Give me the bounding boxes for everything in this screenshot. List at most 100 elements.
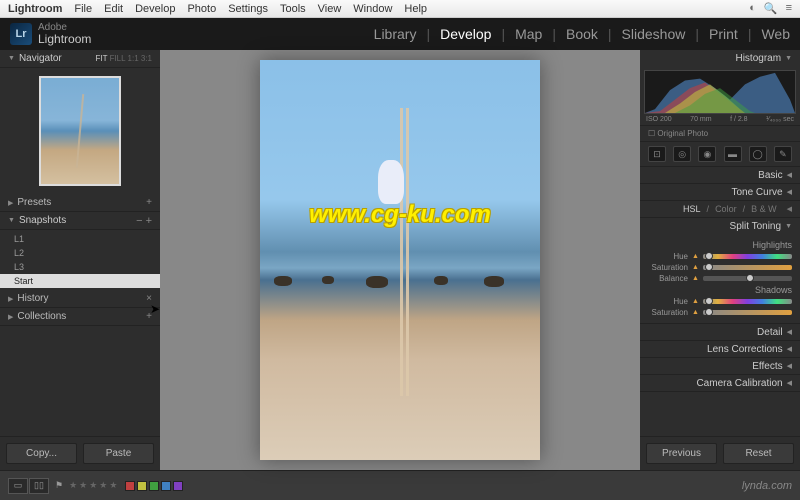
- chevron-right-icon: ▶: [8, 199, 13, 207]
- color-label-red[interactable]: [125, 481, 135, 491]
- original-photo-toggle[interactable]: ☐ Original Photo: [640, 126, 800, 142]
- canvas-area[interactable]: www.cg-ku.com: [160, 50, 640, 470]
- color-label-purple[interactable]: [173, 481, 183, 491]
- module-print[interactable]: Print: [709, 26, 738, 42]
- hamburger-icon[interactable]: ≡: [786, 2, 792, 15]
- menu-tools[interactable]: Tools: [280, 3, 306, 15]
- flag-icon[interactable]: ⚑: [55, 480, 63, 491]
- histogram-focal: 70 mm: [690, 116, 711, 123]
- module-library[interactable]: Library: [374, 26, 417, 42]
- snapshot-item[interactable]: L3: [0, 260, 160, 274]
- menu-settings[interactable]: Settings: [228, 3, 268, 15]
- histogram-display[interactable]: ISO 200 70 mm f / 2.8 ¹⁄₄₀₀₀ sec: [640, 66, 800, 126]
- histogram-shutter: ¹⁄₄₀₀₀ sec: [766, 116, 794, 123]
- chevron-right-icon: ◀: [787, 362, 792, 370]
- history-panel-header[interactable]: ▶ History ×: [0, 290, 160, 308]
- menu-view[interactable]: View: [318, 3, 342, 15]
- chevron-right-icon: ◀: [787, 171, 792, 179]
- snapshot-item[interactable]: L1: [0, 232, 160, 246]
- collections-title: Collections: [17, 311, 146, 322]
- color-labels: [125, 481, 183, 491]
- cloud-icon[interactable]: ◐: [749, 2, 756, 15]
- menubar-app[interactable]: Lightroom: [8, 3, 62, 15]
- brush-tool-icon[interactable]: ✎: [774, 146, 792, 162]
- snapshots-panel-header[interactable]: ▼ Snapshots − +: [0, 212, 160, 230]
- tonecurve-panel-header[interactable]: Tone Curve◀: [640, 184, 800, 200]
- hsl-panel-header[interactable]: HSL/ Color/ B & W ◀: [640, 201, 800, 217]
- crop-tool-icon[interactable]: ⊡: [648, 146, 666, 162]
- chevron-right-icon: ◀: [787, 205, 792, 213]
- module-picker: Library| Develop| Map| Book| Slideshow| …: [374, 26, 790, 42]
- chevron-right-icon: ▶: [8, 313, 13, 321]
- menu-help[interactable]: Help: [404, 3, 427, 15]
- color-label-yellow[interactable]: [137, 481, 147, 491]
- module-book[interactable]: Book: [566, 26, 598, 42]
- right-panel: Histogram ▼ ISO 200 70 mm f / 2.8 ¹⁄₄₀₀₀…: [640, 50, 800, 470]
- star-rating[interactable]: ★★★★★: [69, 480, 119, 491]
- shadows-sat-slider[interactable]: Saturation▲: [648, 308, 792, 317]
- basic-panel-header[interactable]: Basic◀: [640, 167, 800, 183]
- plus-icon[interactable]: +: [146, 197, 152, 208]
- calibration-panel-header[interactable]: Camera Calibration◀: [640, 375, 800, 391]
- navigator-thumbnail[interactable]: [0, 68, 160, 194]
- histogram-iso: ISO 200: [646, 116, 672, 123]
- module-web[interactable]: Web: [761, 26, 790, 42]
- shadows-hue-slider[interactable]: Hue▲: [648, 297, 792, 306]
- radial-tool-icon[interactable]: ◯: [749, 146, 767, 162]
- detail-panel-header[interactable]: Detail◀: [640, 324, 800, 340]
- photo-canvas[interactable]: [260, 60, 540, 460]
- spot-tool-icon[interactable]: ◎: [673, 146, 691, 162]
- navigator-panel-header[interactable]: ▼ Navigator FIT FILL 1:1 3:1: [0, 50, 160, 68]
- snapshot-item-selected[interactable]: Start: [0, 274, 160, 288]
- os-menubar: Lightroom File Edit Develop Photo Settin…: [0, 0, 800, 18]
- color-label-blue[interactable]: [161, 481, 171, 491]
- splittoning-panel-header[interactable]: Split Toning▼: [640, 218, 800, 234]
- lightroom-icon: Lr: [10, 23, 32, 45]
- left-panel: ▼ Navigator FIT FILL 1:1 3:1 ▶ Presets +…: [0, 50, 160, 470]
- color-tab[interactable]: Color: [715, 204, 737, 214]
- paste-button[interactable]: Paste: [83, 443, 154, 464]
- previous-button[interactable]: Previous: [646, 443, 717, 464]
- redeye-tool-icon[interactable]: ◉: [698, 146, 716, 162]
- chevron-right-icon: ◀: [787, 345, 792, 353]
- lens-panel-header[interactable]: Lens Corrections◀: [640, 341, 800, 357]
- shadows-label: Shadows: [648, 285, 792, 295]
- gradient-tool-icon[interactable]: ▬: [724, 146, 742, 162]
- chevron-down-icon: ▼: [785, 55, 792, 62]
- reset-button[interactable]: Reset: [723, 443, 794, 464]
- menu-photo[interactable]: Photo: [187, 3, 216, 15]
- effects-panel-header[interactable]: Effects◀: [640, 358, 800, 374]
- chevron-down-icon: ▼: [785, 223, 792, 230]
- module-map[interactable]: Map: [515, 26, 542, 42]
- chevron-right-icon: ◀: [787, 188, 792, 196]
- presets-panel-header[interactable]: ▶ Presets +: [0, 194, 160, 212]
- module-develop[interactable]: Develop: [440, 26, 491, 42]
- app-logo: Lr Adobe Lightroom: [10, 23, 91, 45]
- collections-panel-header[interactable]: ▶ Collections +: [0, 308, 160, 326]
- search-icon[interactable]: 🔍: [764, 2, 778, 15]
- compare-view-icon[interactable]: ▯▯: [29, 478, 49, 494]
- menu-develop[interactable]: Develop: [135, 3, 175, 15]
- balance-slider[interactable]: Balance▲: [648, 274, 792, 283]
- snapshot-item[interactable]: L2: [0, 246, 160, 260]
- highlights-sat-slider[interactable]: Saturation▲: [648, 263, 792, 272]
- navigator-zoom-options[interactable]: FIT FILL 1:1 3:1: [95, 54, 152, 63]
- menu-edit[interactable]: Edit: [104, 3, 123, 15]
- highlights-label: Highlights: [648, 240, 792, 250]
- chevron-right-icon: ◀: [787, 379, 792, 387]
- color-label-green[interactable]: [149, 481, 159, 491]
- chevron-down-icon: ▼: [8, 55, 15, 62]
- plus-icon[interactable]: +: [146, 311, 152, 322]
- menu-window[interactable]: Window: [353, 3, 392, 15]
- bw-tab[interactable]: B & W: [751, 204, 777, 214]
- loupe-view-icon[interactable]: ▭: [8, 478, 28, 494]
- hsl-tab[interactable]: HSL: [683, 204, 701, 214]
- module-slideshow[interactable]: Slideshow: [622, 26, 686, 42]
- close-icon[interactable]: ×: [146, 293, 152, 304]
- highlights-hue-slider[interactable]: Hue▲: [648, 252, 792, 261]
- plus-icon[interactable]: − +: [136, 215, 152, 227]
- copy-button[interactable]: Copy...: [6, 443, 77, 464]
- brand-name: Lightroom: [38, 33, 91, 45]
- histogram-panel-header[interactable]: Histogram ▼: [640, 50, 800, 66]
- menu-file[interactable]: File: [74, 3, 92, 15]
